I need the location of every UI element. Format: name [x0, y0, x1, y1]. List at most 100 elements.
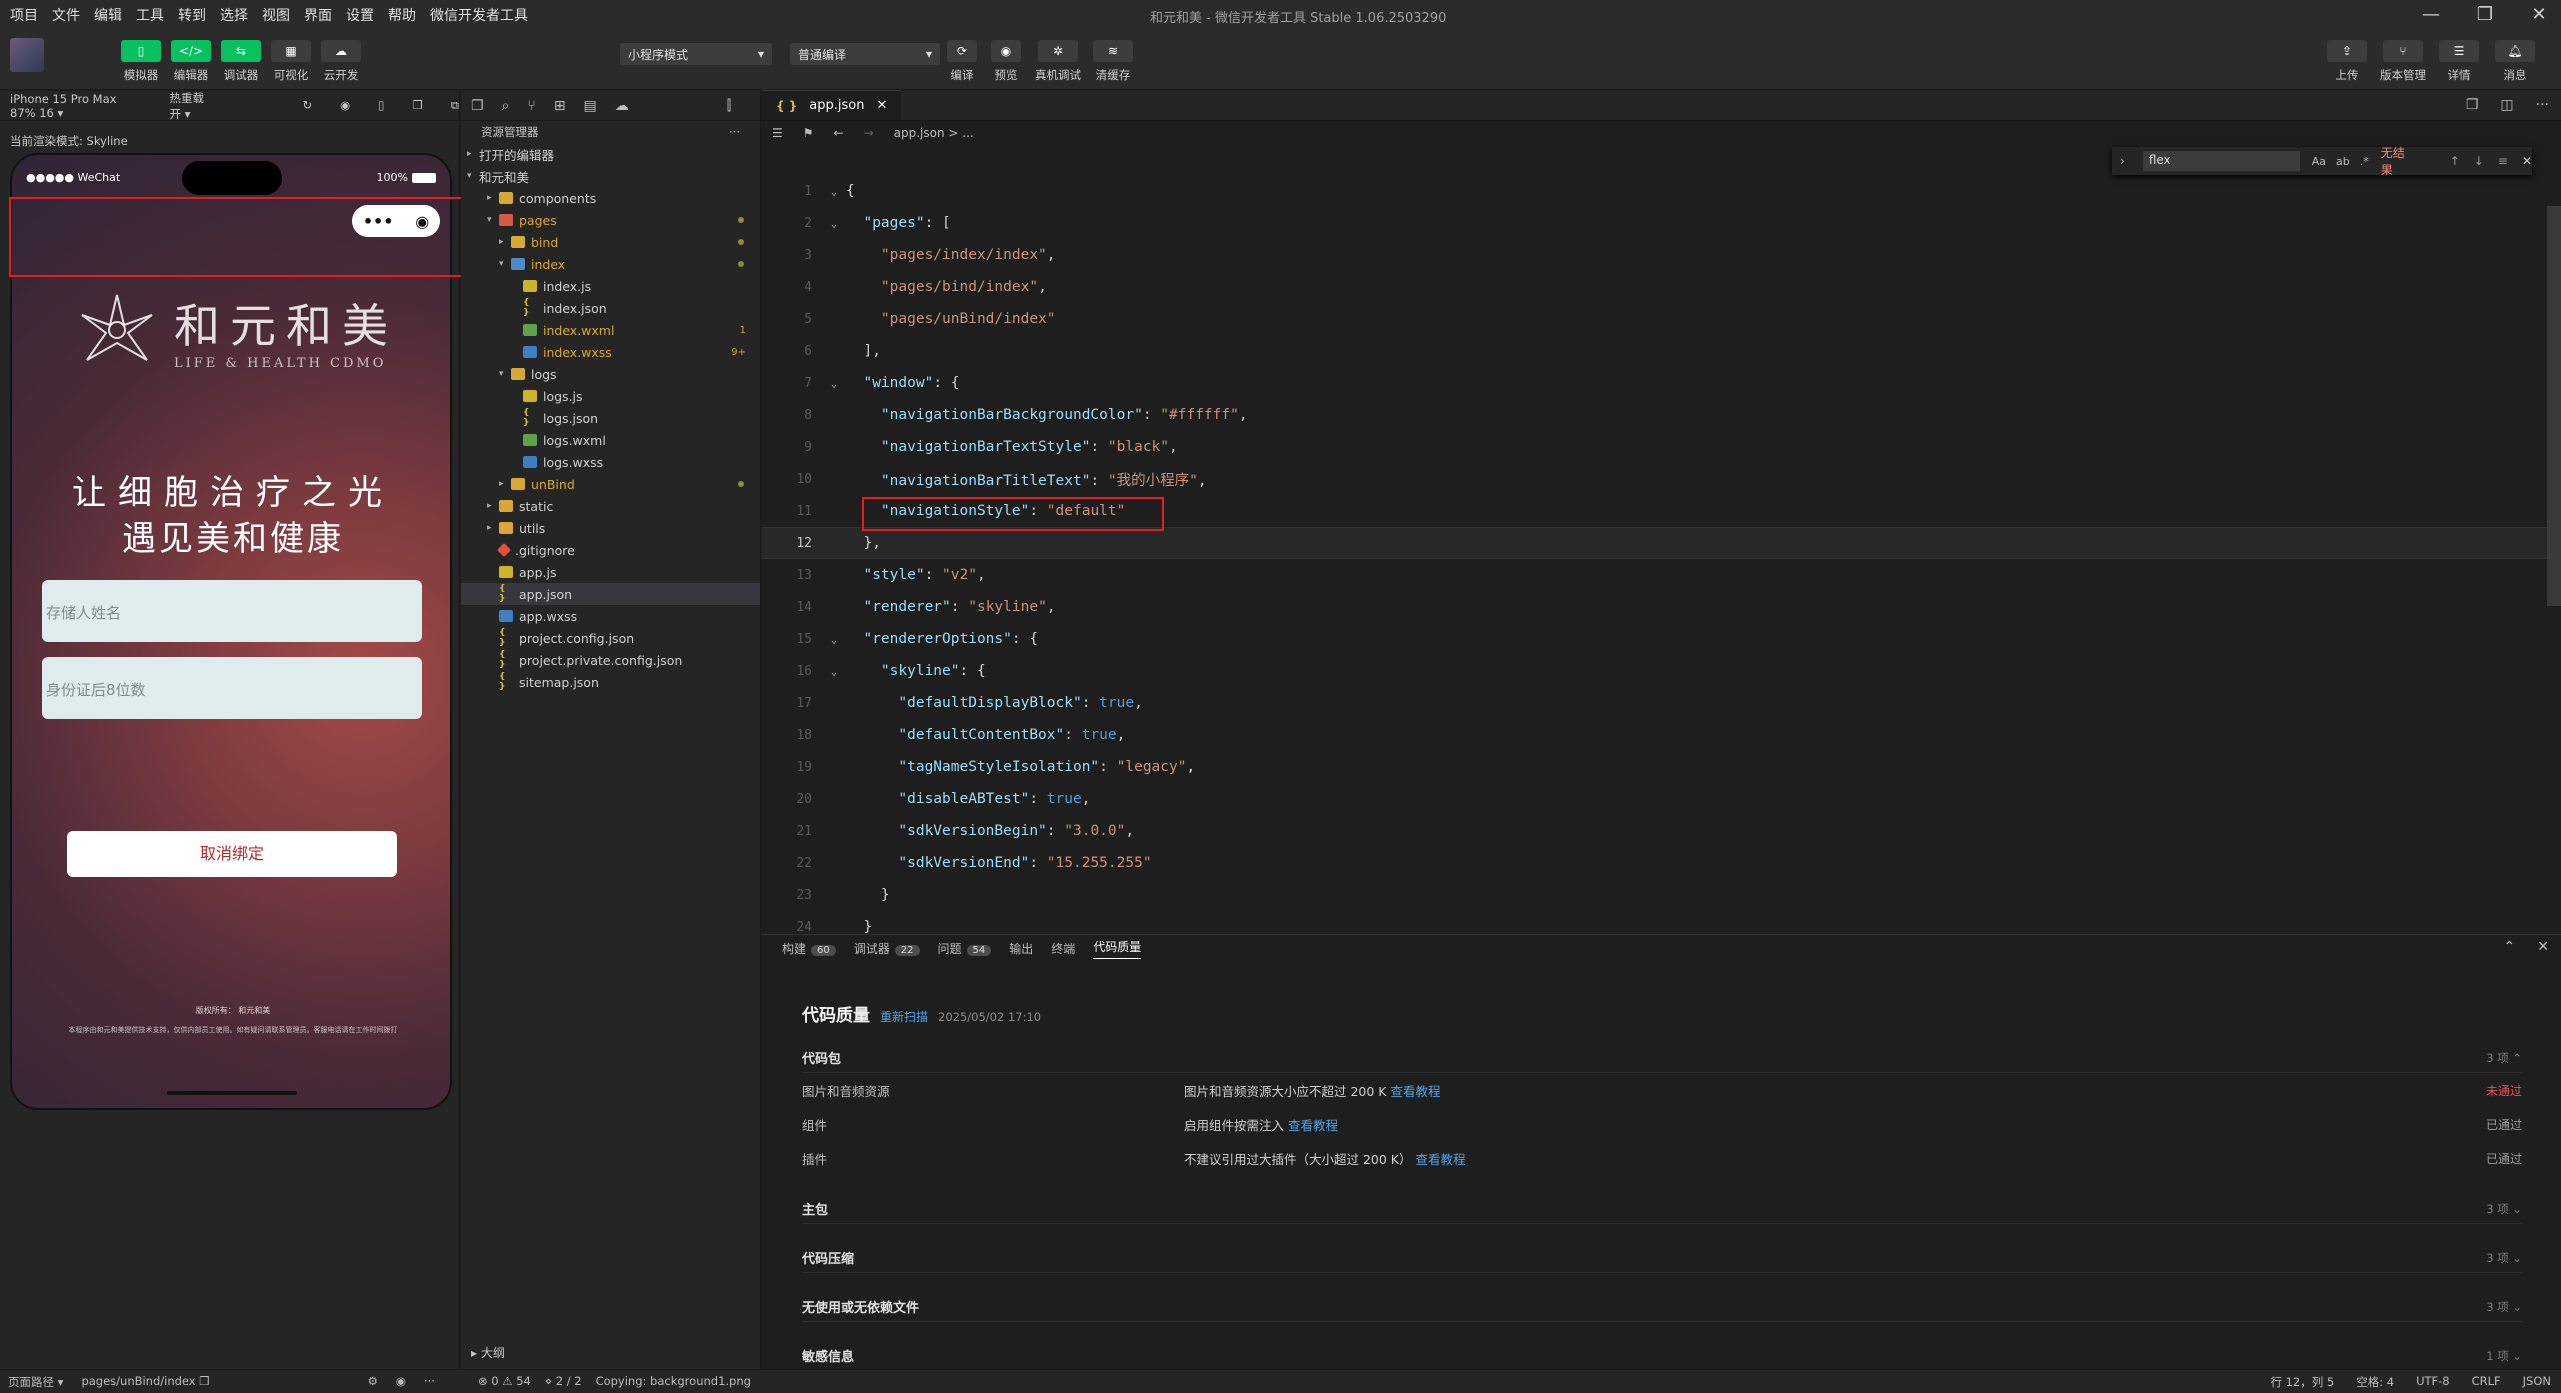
- preview-file-icon[interactable]: ❐: [2466, 97, 2479, 113]
- tutorial-link[interactable]: 查看教程: [1288, 1118, 1338, 1133]
- editor-button[interactable]: </> 编辑器: [170, 40, 212, 83]
- code-line[interactable]: 2 ⌄ "pages": [: [762, 207, 2561, 239]
- file-tree-item[interactable]: { } logs.json: [461, 407, 760, 429]
- code-line[interactable]: 8 "navigationBarBackgroundColor": "#ffff…: [762, 399, 2561, 431]
- forward-icon[interactable]: →: [864, 126, 874, 140]
- cloud-icon[interactable]: ☁: [615, 98, 629, 114]
- mode-select[interactable]: 小程序模式 ▾: [620, 43, 772, 65]
- page-path[interactable]: pages/unBind/index ❐: [81, 1374, 209, 1390]
- eol[interactable]: CRLF: [2472, 1374, 2501, 1390]
- panel-tab[interactable]: 调试器 22: [854, 940, 920, 957]
- menu-item[interactable]: 文件: [52, 5, 80, 25]
- code-quality-section[interactable]: 无使用或无依赖文件 3 项 ⌄: [802, 1292, 2522, 1322]
- git-icon[interactable]: ⑂: [527, 98, 535, 114]
- file-tree-item[interactable]: ▸ utils: [461, 517, 760, 539]
- restore-icon[interactable]: ❐: [2473, 4, 2497, 25]
- remote-debug-button[interactable]: ✲ 真机调试: [1032, 40, 1084, 83]
- code-line[interactable]: 3 "pages/index/index",: [762, 239, 2561, 271]
- search-icon[interactable]: ⌕: [502, 98, 510, 114]
- compile-select[interactable]: 普通编译 ▾: [790, 43, 940, 65]
- breadcrumb-path[interactable]: app.json > ...: [894, 126, 974, 140]
- compile-button[interactable]: ⟳ 编译: [944, 40, 980, 83]
- code-line[interactable]: 1 ⌄ {: [762, 175, 2561, 207]
- popout-icon[interactable]: ⧉: [451, 98, 459, 113]
- tab-app-json[interactable]: { } app.json ✕: [762, 90, 902, 120]
- outline-section[interactable]: ▸ 大纲: [461, 1344, 505, 1366]
- page-path-select[interactable]: 页面路径 ▾: [8, 1374, 63, 1390]
- project-root[interactable]: ▾ 和元和美: [461, 165, 760, 187]
- fold-icon[interactable]: ⌄: [822, 217, 846, 230]
- code-line[interactable]: 9 "navigationBarTextStyle": "black",: [762, 431, 2561, 463]
- more-icon[interactable]: ···: [2536, 97, 2549, 113]
- cloud-button[interactable]: ☁ 云开发: [320, 40, 362, 83]
- close-tab-icon[interactable]: ✕: [876, 98, 887, 113]
- code-quality-section[interactable]: 主包 3 项 ⌄: [802, 1194, 2522, 1224]
- code-line[interactable]: 18 "defaultContentBox": true,: [762, 719, 2561, 751]
- file-tree-item[interactable]: ▸ static: [461, 495, 760, 517]
- code-line[interactable]: 19 "tagNameStyleIsolation": "legacy",: [762, 751, 2561, 783]
- code-line[interactable]: 13 "style": "v2",: [762, 559, 2561, 591]
- find-input[interactable]: flex: [2142, 151, 2300, 171]
- split-icon[interactable]: ⫿: [727, 98, 731, 114]
- code-editor[interactable]: 1 ⌄ { 2 ⌄ "pages": [ 3 "pages/index/inde…: [762, 175, 2561, 943]
- panel-tab[interactable]: 输出: [1009, 940, 1033, 957]
- device-icon[interactable]: ▯: [378, 98, 384, 113]
- code-line[interactable]: 4 "pages/bind/index",: [762, 271, 2561, 303]
- close-find-icon[interactable]: ✕: [2522, 154, 2532, 168]
- close-window-icon[interactable]: ✕: [2527, 4, 2551, 25]
- fold-icon[interactable]: ⌄: [822, 185, 846, 198]
- arrow-up-icon[interactable]: ↑: [2450, 154, 2460, 168]
- id-input[interactable]: 身份证后8位数: [42, 657, 422, 719]
- file-tree-item[interactable]: logs.js: [461, 385, 760, 407]
- code-line[interactable]: 15 ⌄ "rendererOptions": {: [762, 623, 2561, 655]
- code-quality-section[interactable]: 代码包 3 项 ⌃: [802, 1043, 2522, 1073]
- code-line[interactable]: 20 "disableABTest": true,: [762, 783, 2561, 815]
- code-line[interactable]: 22 "sdkVersionEnd": "15.255.255": [762, 847, 2561, 879]
- minimize-icon[interactable]: —: [2419, 4, 2443, 25]
- file-tree-item[interactable]: app.wxss: [461, 605, 760, 627]
- code-line[interactable]: 14 "renderer": "skyline",: [762, 591, 2561, 623]
- preview-button[interactable]: ◉ 预览: [988, 40, 1024, 83]
- file-tree-item[interactable]: .gitignore: [461, 539, 760, 561]
- close-panel-icon[interactable]: ✕: [2537, 939, 2549, 955]
- file-tree-item[interactable]: ▾ logs: [461, 363, 760, 385]
- match-case-toggle[interactable]: Aa: [2312, 155, 2326, 168]
- details-button[interactable]: ☰ 详情: [2438, 40, 2480, 83]
- code-quality-section[interactable]: 敏感信息 1 项 ⌄: [802, 1341, 2522, 1371]
- back-icon[interactable]: ←: [834, 126, 844, 140]
- file-tree-item[interactable]: { } project.private.config.json: [461, 649, 760, 671]
- code-line[interactable]: 16 ⌄ "skyline": {: [762, 655, 2561, 687]
- version-button[interactable]: ⑂ 版本管理: [2380, 40, 2426, 83]
- copy-icon[interactable]: ❐: [199, 1374, 209, 1388]
- file-tree-item[interactable]: ▸ unBind: [461, 473, 760, 495]
- selection-icon[interactable]: ≡: [2498, 154, 2508, 168]
- upload-button[interactable]: ⇪ 上传: [2326, 40, 2368, 83]
- file-tree-item[interactable]: app.js: [461, 561, 760, 583]
- whole-word-toggle[interactable]: ab: [2336, 155, 2350, 168]
- list-icon[interactable]: ☰: [772, 126, 783, 140]
- file-tree-item[interactable]: ▸ bind: [461, 231, 760, 253]
- menu-item[interactable]: 转到: [178, 5, 206, 25]
- file-tree-item[interactable]: ▸ components: [461, 187, 760, 209]
- tutorial-link[interactable]: 查看教程: [1416, 1152, 1466, 1167]
- menu-item[interactable]: 微信开发者工具: [430, 5, 528, 25]
- name-input[interactable]: 存储人姓名: [42, 580, 422, 642]
- clear-cache-button[interactable]: ≋ 清缓存: [1092, 40, 1134, 83]
- settings-icon[interactable]: ⚙: [368, 1374, 378, 1390]
- tutorial-link[interactable]: 查看教程: [1391, 1084, 1441, 1099]
- avatar[interactable]: [10, 38, 44, 72]
- menu-item[interactable]: 界面: [304, 5, 332, 25]
- open-editors-section[interactable]: ▸ 打开的编辑器: [461, 143, 760, 165]
- file-tree-item[interactable]: logs.wxss: [461, 451, 760, 473]
- menu-item[interactable]: 项目: [10, 5, 38, 25]
- panel-tab[interactable]: 终端: [1051, 940, 1075, 957]
- file-tree-item[interactable]: index.wxss 9+: [461, 341, 760, 363]
- menu-item[interactable]: 工具: [136, 5, 164, 25]
- rescan-link[interactable]: 重新扫描: [880, 1008, 928, 1025]
- code-line[interactable]: 5 "pages/unBind/index": [762, 303, 2561, 335]
- encoding[interactable]: UTF-8: [2416, 1374, 2450, 1390]
- rotate-icon[interactable]: ↻: [302, 98, 312, 113]
- code-quality-section[interactable]: 代码压缩 3 项 ⌄: [802, 1243, 2522, 1273]
- code-line[interactable]: 10 "navigationBarTitleText": "我的小程序",: [762, 463, 2561, 495]
- indent-setting[interactable]: 空格: 4: [2356, 1374, 2394, 1390]
